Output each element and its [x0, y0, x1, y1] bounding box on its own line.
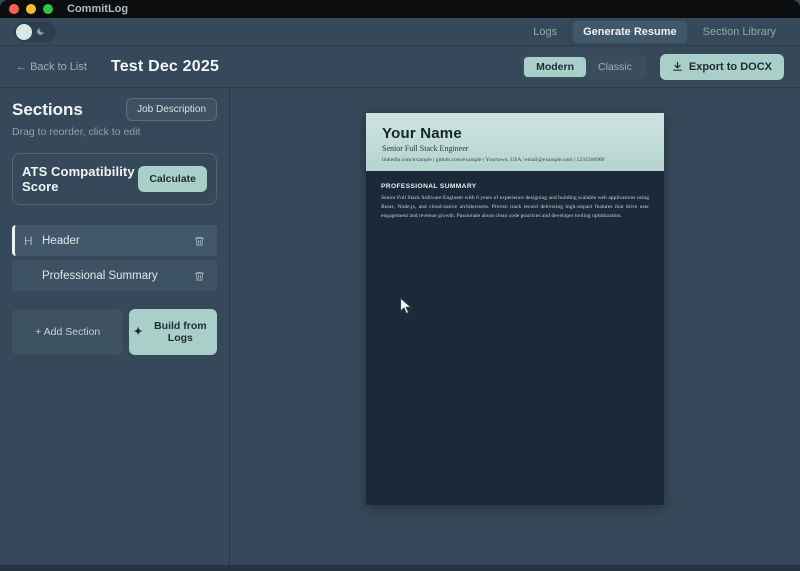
export-docx-button[interactable]: Export to DOCX — [660, 54, 784, 80]
sparkles-icon: ✦ — [133, 327, 142, 338]
template-classic-button[interactable]: Classic — [586, 57, 644, 77]
toggle-knob — [16, 24, 32, 40]
window-title: CommitLog — [67, 3, 128, 15]
resume-preview-area: Your Name Senior Full Stack Engineer lin… — [230, 88, 800, 565]
resume-summary-heading: PROFESSIONAL SUMMARY — [381, 183, 649, 190]
section-item-professional-summary[interactable]: Professional Summary — [12, 260, 217, 291]
section-label: Professional Summary — [42, 270, 192, 282]
template-switcher: Modern Classic — [522, 55, 646, 79]
download-icon — [672, 61, 683, 72]
template-modern-button[interactable]: Modern — [524, 57, 586, 77]
titlebar: CommitLog — [0, 0, 800, 18]
build-from-logs-label: Build from Logs — [148, 320, 213, 344]
window-bottom-edge — [0, 565, 800, 571]
back-label: Back to List — [30, 61, 87, 73]
section-label: Header — [42, 235, 192, 247]
close-button[interactable] — [9, 4, 19, 14]
moon-icon — [36, 27, 45, 36]
resume-summary-text: Senior Full Stack Software Engineer with… — [381, 194, 649, 221]
traffic-lights — [9, 4, 53, 14]
delete-section-icon[interactable] — [192, 268, 207, 284]
delete-section-icon[interactable] — [192, 233, 207, 249]
page-header-actions: Modern Classic Export to DOCX — [522, 54, 784, 80]
zoom-button[interactable] — [43, 4, 53, 14]
nav-section-library[interactable]: Section Library — [693, 21, 786, 43]
resume-contact-line: linkedin.com/example | github.com/exampl… — [382, 157, 648, 163]
job-description-button[interactable]: Job Description — [126, 98, 217, 121]
export-label: Export to DOCX — [689, 61, 772, 73]
section-list: H Header Professional Summary — [12, 225, 217, 291]
nav-logs[interactable]: Logs — [523, 21, 567, 43]
sidebar-actions: + Add Section ✦ Build from Logs — [12, 309, 217, 355]
resume-role: Senior Full Stack Engineer — [382, 144, 648, 153]
section-prefix: H — [24, 234, 33, 248]
theme-toggle[interactable] — [14, 22, 56, 42]
add-section-button[interactable]: + Add Section — [12, 309, 123, 355]
resume-name: Your Name — [382, 125, 648, 142]
content-area: Sections Job Description Drag to reorder… — [0, 88, 800, 565]
resume-header-band: Your Name Senior Full Stack Engineer lin… — [366, 113, 664, 171]
resume-page: Your Name Senior Full Stack Engineer lin… — [366, 113, 664, 505]
app-window: CommitLog Logs Generate Resume Section L… — [0, 0, 800, 571]
sections-sidebar: Sections Job Description Drag to reorder… — [0, 88, 230, 565]
top-navigation: Logs Generate Resume Section Library — [523, 21, 786, 43]
page-title: Test Dec 2025 — [111, 58, 219, 76]
back-arrow-icon: ← — [16, 61, 27, 73]
build-from-logs-button[interactable]: ✦ Build from Logs — [129, 309, 217, 355]
ats-score-card: ATS Compatibility Score Calculate — [12, 153, 217, 205]
sidebar-title: Sections — [12, 100, 83, 120]
topbar: Logs Generate Resume Section Library — [0, 18, 800, 46]
page-header: ← Back to List Test Dec 2025 Modern Clas… — [0, 46, 800, 88]
resume-body: PROFESSIONAL SUMMARY Senior Full Stack S… — [366, 171, 664, 233]
ats-score-label: ATS Compatibility Score — [22, 164, 138, 194]
back-to-list-link[interactable]: ← Back to List — [16, 61, 87, 73]
nav-generate-resume[interactable]: Generate Resume — [573, 21, 687, 43]
minimize-button[interactable] — [26, 4, 36, 14]
calculate-button[interactable]: Calculate — [138, 166, 207, 192]
section-item-header[interactable]: H Header — [12, 225, 217, 256]
reorder-hint: Drag to reorder, click to edit — [12, 126, 217, 138]
